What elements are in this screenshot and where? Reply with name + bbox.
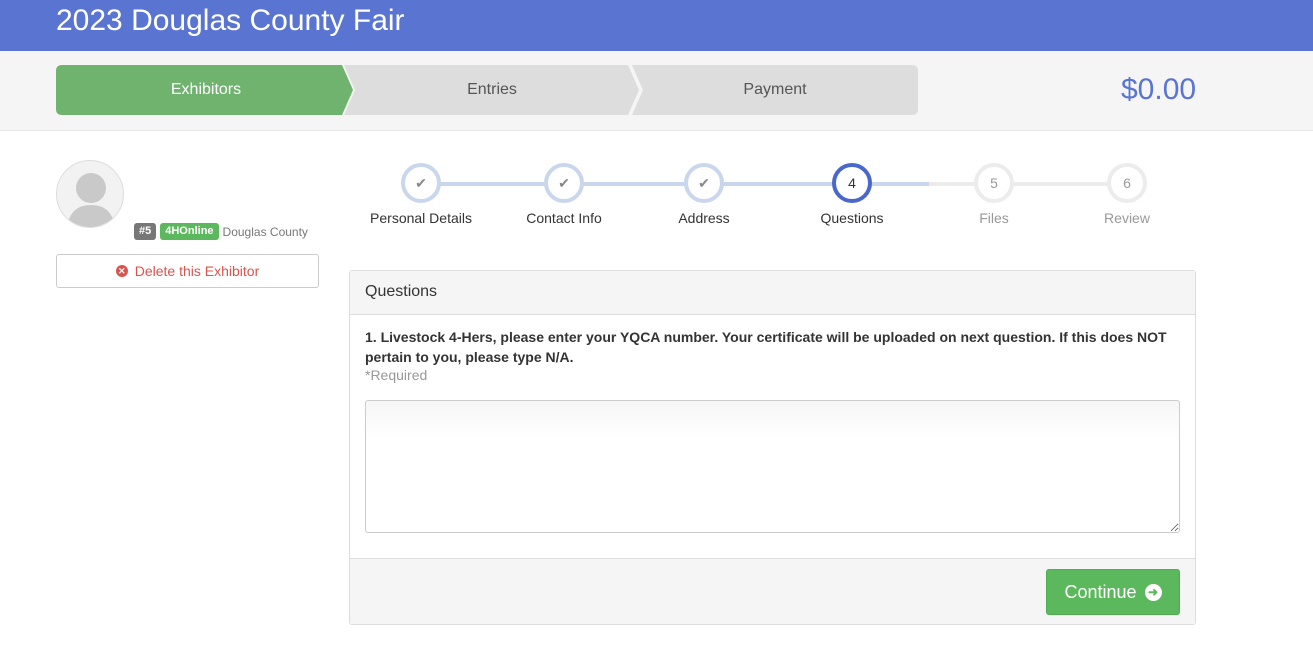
wizard-step-label: Exhibitors [170, 81, 242, 98]
progress-step-questions[interactable]: 4 [832, 163, 872, 203]
exhibitor-badges: #5 4HOnline Douglas County [134, 223, 308, 240]
continue-label: Continue [1064, 581, 1137, 602]
progress-label-address: Address [678, 210, 730, 226]
progress-step-review: 6 [1107, 163, 1147, 203]
progress-label-review: Review [1104, 210, 1150, 226]
times-circle-icon: ✕ [115, 265, 128, 277]
panel-heading: Questions [350, 271, 1195, 315]
wizard-step-entries[interactable]: Entries [344, 65, 640, 115]
progress-line-remaining [929, 182, 1127, 186]
step-number: 4 [848, 175, 856, 191]
answer-textarea[interactable] [365, 400, 1180, 533]
page-title: 2023 Douglas County Fair [56, 4, 405, 37]
arrow-circle-right-icon: ➜ [1144, 583, 1162, 601]
check-icon: ✔ [415, 174, 427, 191]
registration-progress: ✔ Personal Details ✔ Contact Info ✔ Addr… [360, 163, 1160, 233]
user-silhouette-icon [67, 173, 115, 227]
app-header: 2023 Douglas County Fair [0, 0, 1313, 51]
check-icon: ✔ [698, 174, 710, 191]
continue-button[interactable]: Continue ➜ [1046, 569, 1180, 615]
questions-panel: Questions 1. Livestock 4-Hers, please en… [349, 270, 1196, 625]
question-text: 1. Livestock 4-Hers, please enter your Y… [365, 329, 1167, 365]
order-total: $0.00 [1121, 73, 1197, 106]
delete-exhibitor-button[interactable]: ✕ Delete this Exhibitor [56, 254, 319, 288]
step-number: 6 [1123, 175, 1131, 191]
wizard-step-payment[interactable]: Payment [632, 65, 918, 115]
delete-exhibitor-label: Delete this Exhibitor [134, 263, 260, 279]
panel-footer: Continue ➜ [350, 558, 1195, 624]
wizard-step-exhibitors[interactable]: Exhibitors [56, 65, 356, 115]
required-note: *Required [365, 367, 428, 383]
wizard-step-label: Payment [743, 81, 807, 98]
wizard-step-label: Entries [467, 81, 517, 98]
progress-step-files: 5 [974, 163, 1014, 203]
progress-label-personal-details: Personal Details [370, 210, 472, 226]
avatar [56, 160, 124, 228]
checkout-stepbar: Exhibitors Entries Payment $0.00 [0, 51, 1313, 131]
exhibitor-number-badge: #5 [134, 223, 157, 240]
progress-step-personal-details[interactable]: ✔ [401, 163, 441, 203]
progress-label-files: Files [979, 210, 1009, 226]
source-badge: 4HOnline [160, 223, 219, 240]
progress-step-contact-info[interactable]: ✔ [544, 163, 584, 203]
progress-step-address[interactable]: ✔ [684, 163, 724, 203]
progress-label-questions: Questions [820, 210, 884, 226]
progress-label-contact-info: Contact Info [526, 210, 602, 226]
checkout-wizard: Exhibitors Entries Payment [56, 65, 918, 115]
county-label: Douglas County [222, 224, 308, 239]
step-number: 5 [990, 175, 998, 191]
check-icon: ✔ [558, 174, 570, 191]
